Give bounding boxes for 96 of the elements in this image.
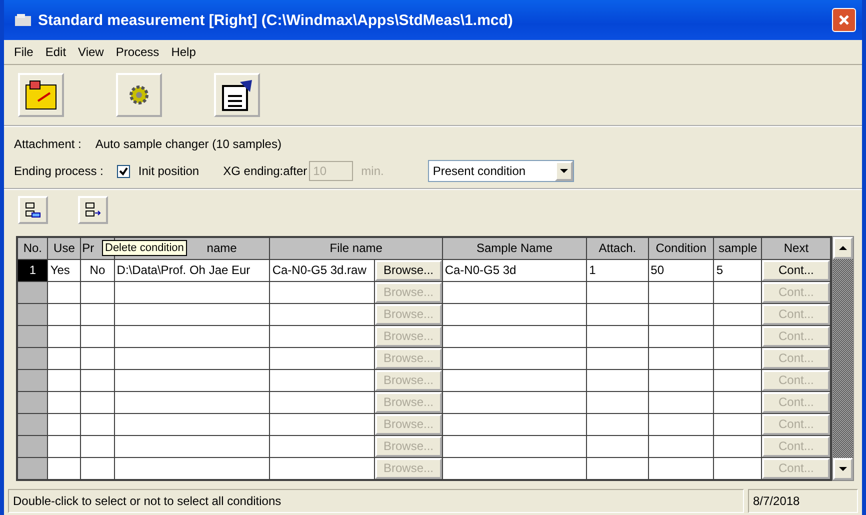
table-cell — [48, 369, 81, 391]
table-cell — [586, 435, 648, 457]
down-arrow-icon — [839, 466, 848, 470]
menu-item[interactable]: View — [72, 43, 110, 61]
table-cell: 5 — [714, 259, 762, 281]
scroll-up-button[interactable] — [833, 237, 853, 259]
table-cell: 50 — [648, 259, 714, 281]
window-title: Standard measurement [Right] (C:\Windmax\Apps\StdMeas\1.mcd) — [38, 12, 514, 28]
table-cell — [80, 435, 114, 457]
table-cell — [48, 347, 81, 369]
sample-changer-button[interactable] — [18, 73, 64, 117]
table-cell — [586, 369, 648, 391]
row-header[interactable] — [17, 303, 48, 325]
cont-button[interactable]: Cont... — [762, 260, 830, 280]
column-header: Use — [48, 237, 81, 259]
settings-button[interactable] — [116, 73, 162, 117]
row-header[interactable] — [17, 435, 48, 457]
delete-condition-button[interactable] — [78, 196, 108, 224]
row-header[interactable] — [17, 347, 48, 369]
row-header[interactable] — [17, 325, 48, 347]
table-cell — [80, 281, 114, 303]
row-header[interactable] — [17, 281, 48, 303]
status-message: Double-click to select or not to select all conditions — [8, 489, 744, 513]
rows-icon — [24, 201, 42, 219]
close-button[interactable] — [832, 8, 856, 32]
gear-icon — [127, 83, 151, 107]
ending-process-label: Ending process : — [14, 164, 104, 178]
table-cell — [48, 413, 81, 435]
up-arrow-icon — [839, 246, 848, 250]
attachment-value: Auto sample changer (10 samples) — [95, 137, 282, 151]
table-cell — [648, 303, 714, 325]
table-cell — [648, 281, 714, 303]
table-cell — [80, 413, 114, 435]
browse-button[interactable]: Browse... — [375, 260, 442, 280]
checkbox[interactable] — [117, 164, 130, 178]
table-cell — [48, 303, 81, 325]
condition-dropdown[interactable]: Present condition — [428, 160, 574, 182]
column-header: File name — [270, 237, 442, 259]
dropdown-arrow-icon — [560, 169, 568, 173]
menu-item[interactable]: Process — [110, 43, 166, 61]
table-cell — [648, 435, 714, 457]
column-header: Attach. — [586, 237, 648, 259]
table-cell: Yes — [48, 259, 81, 281]
table-cell — [48, 391, 81, 413]
folder-icon — [24, 79, 58, 111]
row-header[interactable] — [17, 369, 48, 391]
table-cell — [80, 325, 114, 347]
table-cell — [586, 281, 648, 303]
app-icon — [14, 13, 32, 27]
table-cell — [586, 303, 648, 325]
tooltip: Delete condition — [102, 240, 187, 256]
scrollbar[interactable] — [832, 236, 854, 480]
column-header: sample — [714, 237, 762, 259]
table-cell — [648, 369, 714, 391]
row-header[interactable]: 1 — [17, 259, 48, 281]
row-header[interactable] — [17, 391, 48, 413]
table-cell — [80, 303, 114, 325]
table-cell — [80, 391, 114, 413]
menu-item[interactable]: File — [8, 43, 40, 61]
table-cell — [586, 391, 648, 413]
column-header: No. — [17, 237, 48, 259]
table-cell — [586, 347, 648, 369]
table-cell — [48, 281, 81, 303]
table-cell: 1 — [586, 259, 648, 281]
xg-ending-label: XG ending:after — [223, 164, 308, 178]
row-header[interactable] — [17, 457, 48, 480]
unit-label: min. — [361, 164, 384, 178]
close-icon — [838, 14, 850, 26]
document-icon — [220, 78, 254, 112]
table-cell — [80, 369, 114, 391]
table-cell — [586, 325, 648, 347]
rows-arrow-icon — [84, 201, 102, 219]
attachment-label: Attachment : — [14, 137, 82, 151]
table-cell: No — [80, 259, 114, 281]
table-cell — [648, 347, 714, 369]
insert-row-button[interactable] — [18, 196, 48, 224]
list-button[interactable] — [214, 73, 260, 117]
table-cell — [648, 391, 714, 413]
table-cell — [80, 347, 114, 369]
scroll-down-button[interactable] — [833, 458, 853, 480]
menu-item[interactable]: Help — [165, 43, 202, 61]
table-cell: Ca-N0-G5 3d.raw — [270, 259, 375, 281]
table-cell — [586, 413, 648, 435]
table-cell — [48, 325, 81, 347]
table-cell — [48, 435, 81, 457]
column-header: Next — [762, 237, 832, 259]
column-header: Sample Name — [442, 237, 587, 259]
menu-item[interactable]: Edit — [39, 43, 72, 61]
table-cell — [648, 325, 714, 347]
column-header: Condition — [648, 237, 714, 259]
status-date: 8/7/2018 — [748, 489, 858, 513]
table-cell: D:\Data\Prof. Oh Jae Eur — [114, 259, 270, 281]
table-cell: Ca-N0-G5 3d — [442, 259, 587, 281]
row-header[interactable] — [17, 413, 48, 435]
table-cell — [648, 413, 714, 435]
checkbox-label: Init position — [138, 164, 200, 178]
